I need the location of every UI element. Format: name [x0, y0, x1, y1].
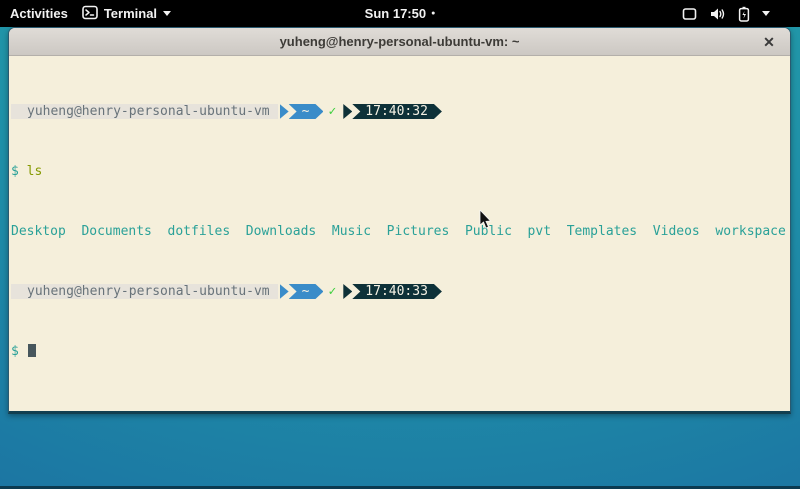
prompt-cwd-segment: ~ — [289, 104, 324, 119]
close-button[interactable]: ✕ — [758, 28, 780, 56]
top-bar: Activities Terminal Sun 17:50 ● — [0, 0, 800, 27]
battery-charging-icon — [738, 6, 750, 22]
mouse-cursor-icon — [479, 210, 493, 230]
text-cursor — [28, 344, 36, 357]
prompt-line: yuheng@henry-personal-ubuntu-vm ~ ✓ 17:4… — [11, 104, 790, 119]
command-line: $ ls — [11, 164, 790, 179]
ls-output: Desktop Documents dotfiles Downloads Mus… — [11, 224, 790, 239]
chevron-down-icon — [163, 11, 171, 16]
powerline-arrow-icon — [280, 284, 289, 299]
prompt-cwd-segment: ~ — [289, 284, 324, 299]
input-line[interactable]: $ — [11, 344, 790, 359]
status-check-icon: ✓ — [323, 104, 341, 119]
clock-label: Sun 17:50 — [365, 6, 426, 21]
powerline-arrow-icon — [343, 284, 352, 299]
powerline-arrow-icon — [280, 104, 289, 119]
titlebar[interactable]: yuheng@henry-personal-ubuntu-vm: ~ ✕ — [9, 28, 790, 56]
activities-button[interactable]: Activities — [10, 6, 68, 21]
prompt-time-segment: 17:40:32 — [352, 104, 442, 119]
chevron-down-icon — [762, 11, 770, 16]
powerline-arrow-icon — [343, 104, 352, 119]
prompt-symbol: $ — [11, 164, 19, 179]
top-bar-left: Activities Terminal — [0, 5, 171, 23]
app-menu-label: Terminal — [104, 6, 157, 21]
status-check-icon: ✓ — [323, 284, 341, 299]
prompt-user-segment: yuheng@henry-personal-ubuntu-vm — [11, 284, 278, 299]
prompt-user-segment: yuheng@henry-personal-ubuntu-vm — [11, 104, 278, 119]
terminal-window: yuheng@henry-personal-ubuntu-vm: ~ ✕ yuh… — [8, 27, 791, 414]
clock-menu[interactable]: Sun 17:50 ● — [340, 6, 460, 21]
prompt-time-segment: 17:40:33 — [352, 284, 442, 299]
display-icon — [682, 7, 697, 21]
prompt-symbol: $ — [11, 344, 19, 359]
system-status-area[interactable] — [682, 0, 770, 27]
app-menu-terminal[interactable]: Terminal — [82, 5, 171, 23]
volume-icon — [709, 7, 726, 21]
window-title: yuheng@henry-personal-ubuntu-vm: ~ — [280, 34, 520, 49]
notification-dot-icon: ● — [431, 10, 435, 17]
terminal-app-icon — [82, 5, 98, 23]
prompt-line: yuheng@henry-personal-ubuntu-vm ~ ✓ 17:4… — [11, 284, 790, 299]
command-text: ls — [27, 164, 43, 179]
terminal-content[interactable]: yuheng@henry-personal-ubuntu-vm ~ ✓ 17:4… — [9, 56, 790, 411]
